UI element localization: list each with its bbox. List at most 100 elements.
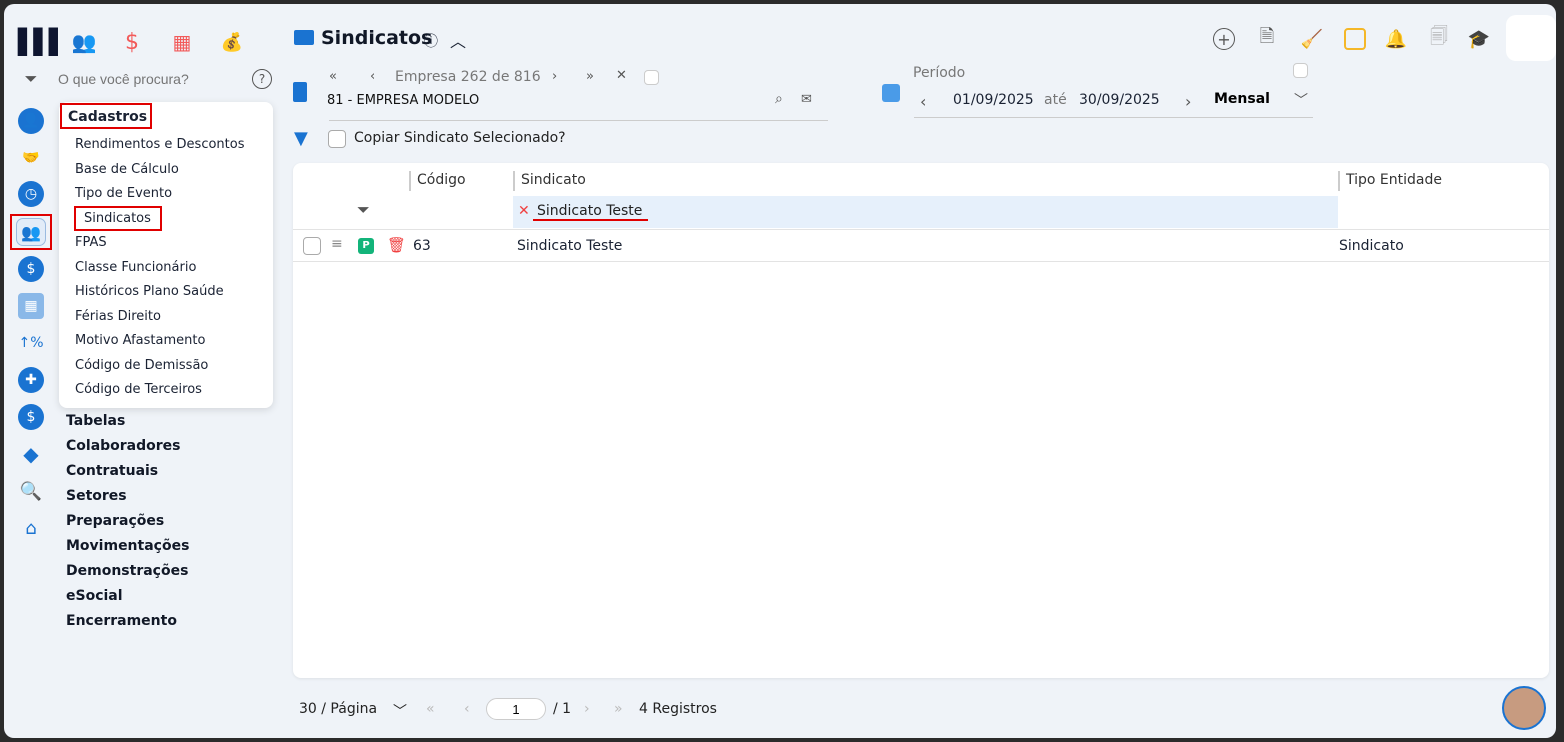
- category-contratuais[interactable]: Contratuais: [66, 463, 158, 479]
- report-search-icon[interactable]: 🗐: [1428, 26, 1450, 50]
- cell-sindicato: Sindicato Teste: [517, 238, 623, 254]
- company-name[interactable]: 81 - EMPRESA MODELO: [327, 93, 479, 108]
- category-preparacoes[interactable]: Preparações: [66, 513, 164, 529]
- last-page-button[interactable]: »: [614, 701, 623, 717]
- search-company-icon[interactable]: ⌕: [775, 91, 783, 107]
- records-count: 4 Registros: [639, 701, 717, 717]
- menu-item[interactable]: Motivo Afastamento: [75, 333, 205, 348]
- filter-row-icon[interactable]: ⏷: [357, 200, 370, 220]
- prev-page-button[interactable]: ‹: [464, 701, 470, 717]
- info-icon[interactable]: ⓘ: [424, 31, 438, 51]
- add-icon[interactable]: +: [1213, 28, 1235, 50]
- per-page-chevron-icon[interactable]: ﹀: [393, 701, 407, 721]
- calculator-grid-icon[interactable]: ▦: [18, 293, 44, 319]
- last-company-button[interactable]: »: [586, 69, 594, 84]
- next-page-button[interactable]: ›: [584, 701, 590, 717]
- app-window: ▌▌▌ 👥 $ ▦ 💰 ⏷ ? 👤 🤝 ◷ 👥 $ ▦ ↑% ✚ $ ◆ 🔍 ⌂…: [4, 4, 1556, 738]
- user-profile-box[interactable]: [1506, 15, 1556, 61]
- users-icon[interactable]: 👥: [70, 28, 98, 56]
- menu-item[interactable]: Tipo de Evento: [75, 186, 172, 201]
- menu-item[interactable]: Código de Terceiros: [75, 382, 202, 397]
- menu-item[interactable]: Código de Demissão: [75, 358, 208, 373]
- money-bag-side-icon[interactable]: $: [18, 404, 44, 430]
- delete-icon[interactable]: 🗑: [387, 236, 406, 254]
- cell-codigo: 63: [413, 238, 431, 254]
- row-checkbox[interactable]: [303, 237, 321, 255]
- page-title: Sindicatos: [321, 27, 433, 49]
- handshake-icon[interactable]: 🤝: [18, 145, 44, 171]
- collapse-chevron-icon[interactable]: ︿: [450, 28, 466, 52]
- building-icon: [293, 82, 307, 102]
- help-icon[interactable]: ?: [252, 69, 272, 89]
- copy-checkbox[interactable]: [328, 130, 346, 148]
- home-icon[interactable]: ⌂: [18, 515, 44, 541]
- period-mode-select[interactable]: Mensal: [1214, 91, 1270, 107]
- assistant-avatar[interactable]: [1502, 686, 1546, 730]
- status-badge: P: [358, 238, 374, 254]
- search-side-icon[interactable]: 🔍: [18, 478, 44, 504]
- bell-icon[interactable]: 🔔: [1385, 28, 1407, 50]
- per-page-select[interactable]: 30 / Página: [299, 701, 377, 717]
- dollar-circle-icon[interactable]: $: [18, 256, 44, 282]
- layers-icon[interactable]: ◆: [18, 441, 44, 467]
- menu-item[interactable]: Rendimentos e Descontos: [75, 137, 244, 152]
- gear-icon[interactable]: ✚: [18, 367, 44, 393]
- category-demonstracoes[interactable]: Demonstrações: [66, 563, 188, 579]
- logo-icon: ▌▌▌: [18, 28, 67, 56]
- monitor-icon: [294, 30, 314, 45]
- period-sep: até: [1044, 92, 1067, 108]
- first-company-button[interactable]: «: [329, 69, 337, 84]
- chevron-down-icon[interactable]: ﹀: [1294, 90, 1308, 110]
- category-encerramento[interactable]: Encerramento: [66, 613, 177, 629]
- next-period-button[interactable]: ›: [1185, 92, 1191, 111]
- period-end[interactable]: 30/09/2025: [1079, 92, 1160, 108]
- menu-item[interactable]: Férias Direito: [75, 309, 161, 324]
- filter-icon[interactable]: ⏷: [20, 68, 42, 90]
- note-icon[interactable]: [1344, 28, 1366, 50]
- document-icon[interactable]: 🗎: [1256, 26, 1278, 50]
- period-checkbox[interactable]: [1293, 63, 1308, 78]
- category-setores[interactable]: Setores: [66, 488, 127, 504]
- menu-item[interactable]: FPAS: [75, 235, 107, 250]
- dollar-icon[interactable]: $: [118, 28, 146, 56]
- menu-item[interactable]: Históricos Plano Saúde: [75, 284, 224, 299]
- category-colaboradores[interactable]: Colaboradores: [66, 438, 181, 454]
- prev-period-button[interactable]: ‹: [920, 92, 926, 111]
- arrow-percent-icon[interactable]: ↑%: [18, 330, 44, 356]
- category-tabelas[interactable]: Tabelas: [66, 413, 125, 429]
- period-start[interactable]: 01/09/2025: [953, 92, 1034, 108]
- header-sindicato[interactable]: Sindicato: [513, 171, 586, 191]
- category-esocial[interactable]: eSocial: [66, 588, 123, 604]
- category-movimentacoes[interactable]: Movimentações: [66, 538, 189, 554]
- clear-company-button[interactable]: ✕: [616, 68, 627, 83]
- search-input[interactable]: [58, 68, 248, 90]
- prev-company-button[interactable]: ‹: [370, 69, 375, 84]
- calendar-icon: [882, 84, 900, 102]
- company-checkbox[interactable]: [644, 70, 659, 85]
- clock-icon[interactable]: ◷: [18, 181, 44, 207]
- money-bag-icon[interactable]: 💰: [218, 28, 246, 56]
- active-highlight: [10, 214, 52, 250]
- header-tipo-entidade[interactable]: Tipo Entidade: [1338, 171, 1442, 191]
- clear-filter-icon[interactable]: ✕: [518, 203, 530, 219]
- drag-handle-icon[interactable]: ≡: [331, 236, 343, 252]
- calculator-icon[interactable]: ▦: [168, 28, 196, 56]
- sindicato-filter-value[interactable]: Sindicato Teste: [537, 203, 642, 219]
- mail-icon[interactable]: ✉: [801, 92, 812, 107]
- user-gear-icon[interactable]: 👤: [18, 108, 44, 134]
- cadastros-menu: Cadastros Rendimentos e Descontos Base d…: [59, 102, 273, 408]
- page-input[interactable]: [486, 698, 546, 720]
- broom-icon[interactable]: 🧹: [1301, 28, 1323, 50]
- header-codigo[interactable]: Código: [409, 171, 466, 191]
- filter-funnel-icon[interactable]: ▼: [294, 128, 308, 149]
- next-company-button[interactable]: ›: [552, 69, 557, 84]
- menu-title-highlight: [60, 103, 152, 129]
- menu-item[interactable]: Base de Cálculo: [75, 162, 179, 177]
- copy-label: Copiar Sindicato Selecionado?: [354, 130, 566, 146]
- graduation-cap-icon[interactable]: 🎓: [1468, 28, 1490, 50]
- cell-tipo: Sindicato: [1339, 238, 1404, 254]
- first-page-button[interactable]: «: [426, 701, 435, 717]
- table-row[interactable]: ≡ P 🗑 63 Sindicato Teste Sindicato: [293, 230, 1549, 262]
- menu-item[interactable]: Classe Funcionário: [75, 260, 196, 275]
- company-nav-label: Empresa 262 de 816: [395, 69, 541, 85]
